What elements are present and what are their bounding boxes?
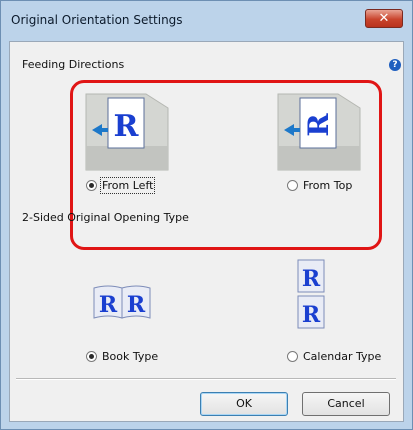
radio-indicator[interactable] xyxy=(86,180,97,191)
title-bar[interactable]: Original Orientation Settings ✕ xyxy=(1,1,412,37)
dialog-window: Original Orientation Settings ✕ Feeding … xyxy=(0,0,413,430)
radio-indicator[interactable] xyxy=(287,180,298,191)
window-title: Original Orientation Settings xyxy=(11,13,183,27)
from-top-radio[interactable]: From Top xyxy=(287,179,352,192)
from-left-label: From Left xyxy=(99,177,156,194)
from-top-label: From Top xyxy=(303,179,353,192)
svg-text:R: R xyxy=(302,302,321,328)
feeding-directions-label: Feeding Directions xyxy=(22,58,125,71)
from-left-radio[interactable]: From Left xyxy=(86,177,156,194)
radio-indicator[interactable] xyxy=(86,351,97,362)
book-type-radio[interactable]: Book Type xyxy=(86,350,158,363)
opening-type-label: 2-Sided Original Opening Type xyxy=(22,211,189,224)
help-icon[interactable]: ? xyxy=(389,59,401,71)
r-glyph-rotated: R xyxy=(302,113,335,137)
separator xyxy=(16,378,396,380)
svg-text:R: R xyxy=(99,292,118,318)
svg-text:R: R xyxy=(127,292,146,318)
ok-button[interactable]: OK xyxy=(200,392,288,416)
calendar-type-label: Calendar Type xyxy=(303,350,382,363)
radio-indicator[interactable] xyxy=(287,351,298,362)
book-type-illustration[interactable]: R R xyxy=(92,284,152,320)
book-type-label: Book Type xyxy=(102,350,159,363)
calendar-type-radio[interactable]: Calendar Type xyxy=(287,350,381,363)
r-glyph: R xyxy=(114,109,140,144)
svg-text:R: R xyxy=(302,266,321,292)
from-top-illustration[interactable]: R xyxy=(272,88,366,174)
close-icon: ✕ xyxy=(378,11,390,26)
from-left-illustration[interactable]: R xyxy=(80,88,174,174)
dialog-content: Feeding Directions ? R R From Left From … xyxy=(9,41,404,422)
cancel-button[interactable]: Cancel xyxy=(302,392,390,416)
close-button[interactable]: ✕ xyxy=(365,9,403,28)
calendar-type-illustration[interactable]: R R xyxy=(296,258,326,332)
